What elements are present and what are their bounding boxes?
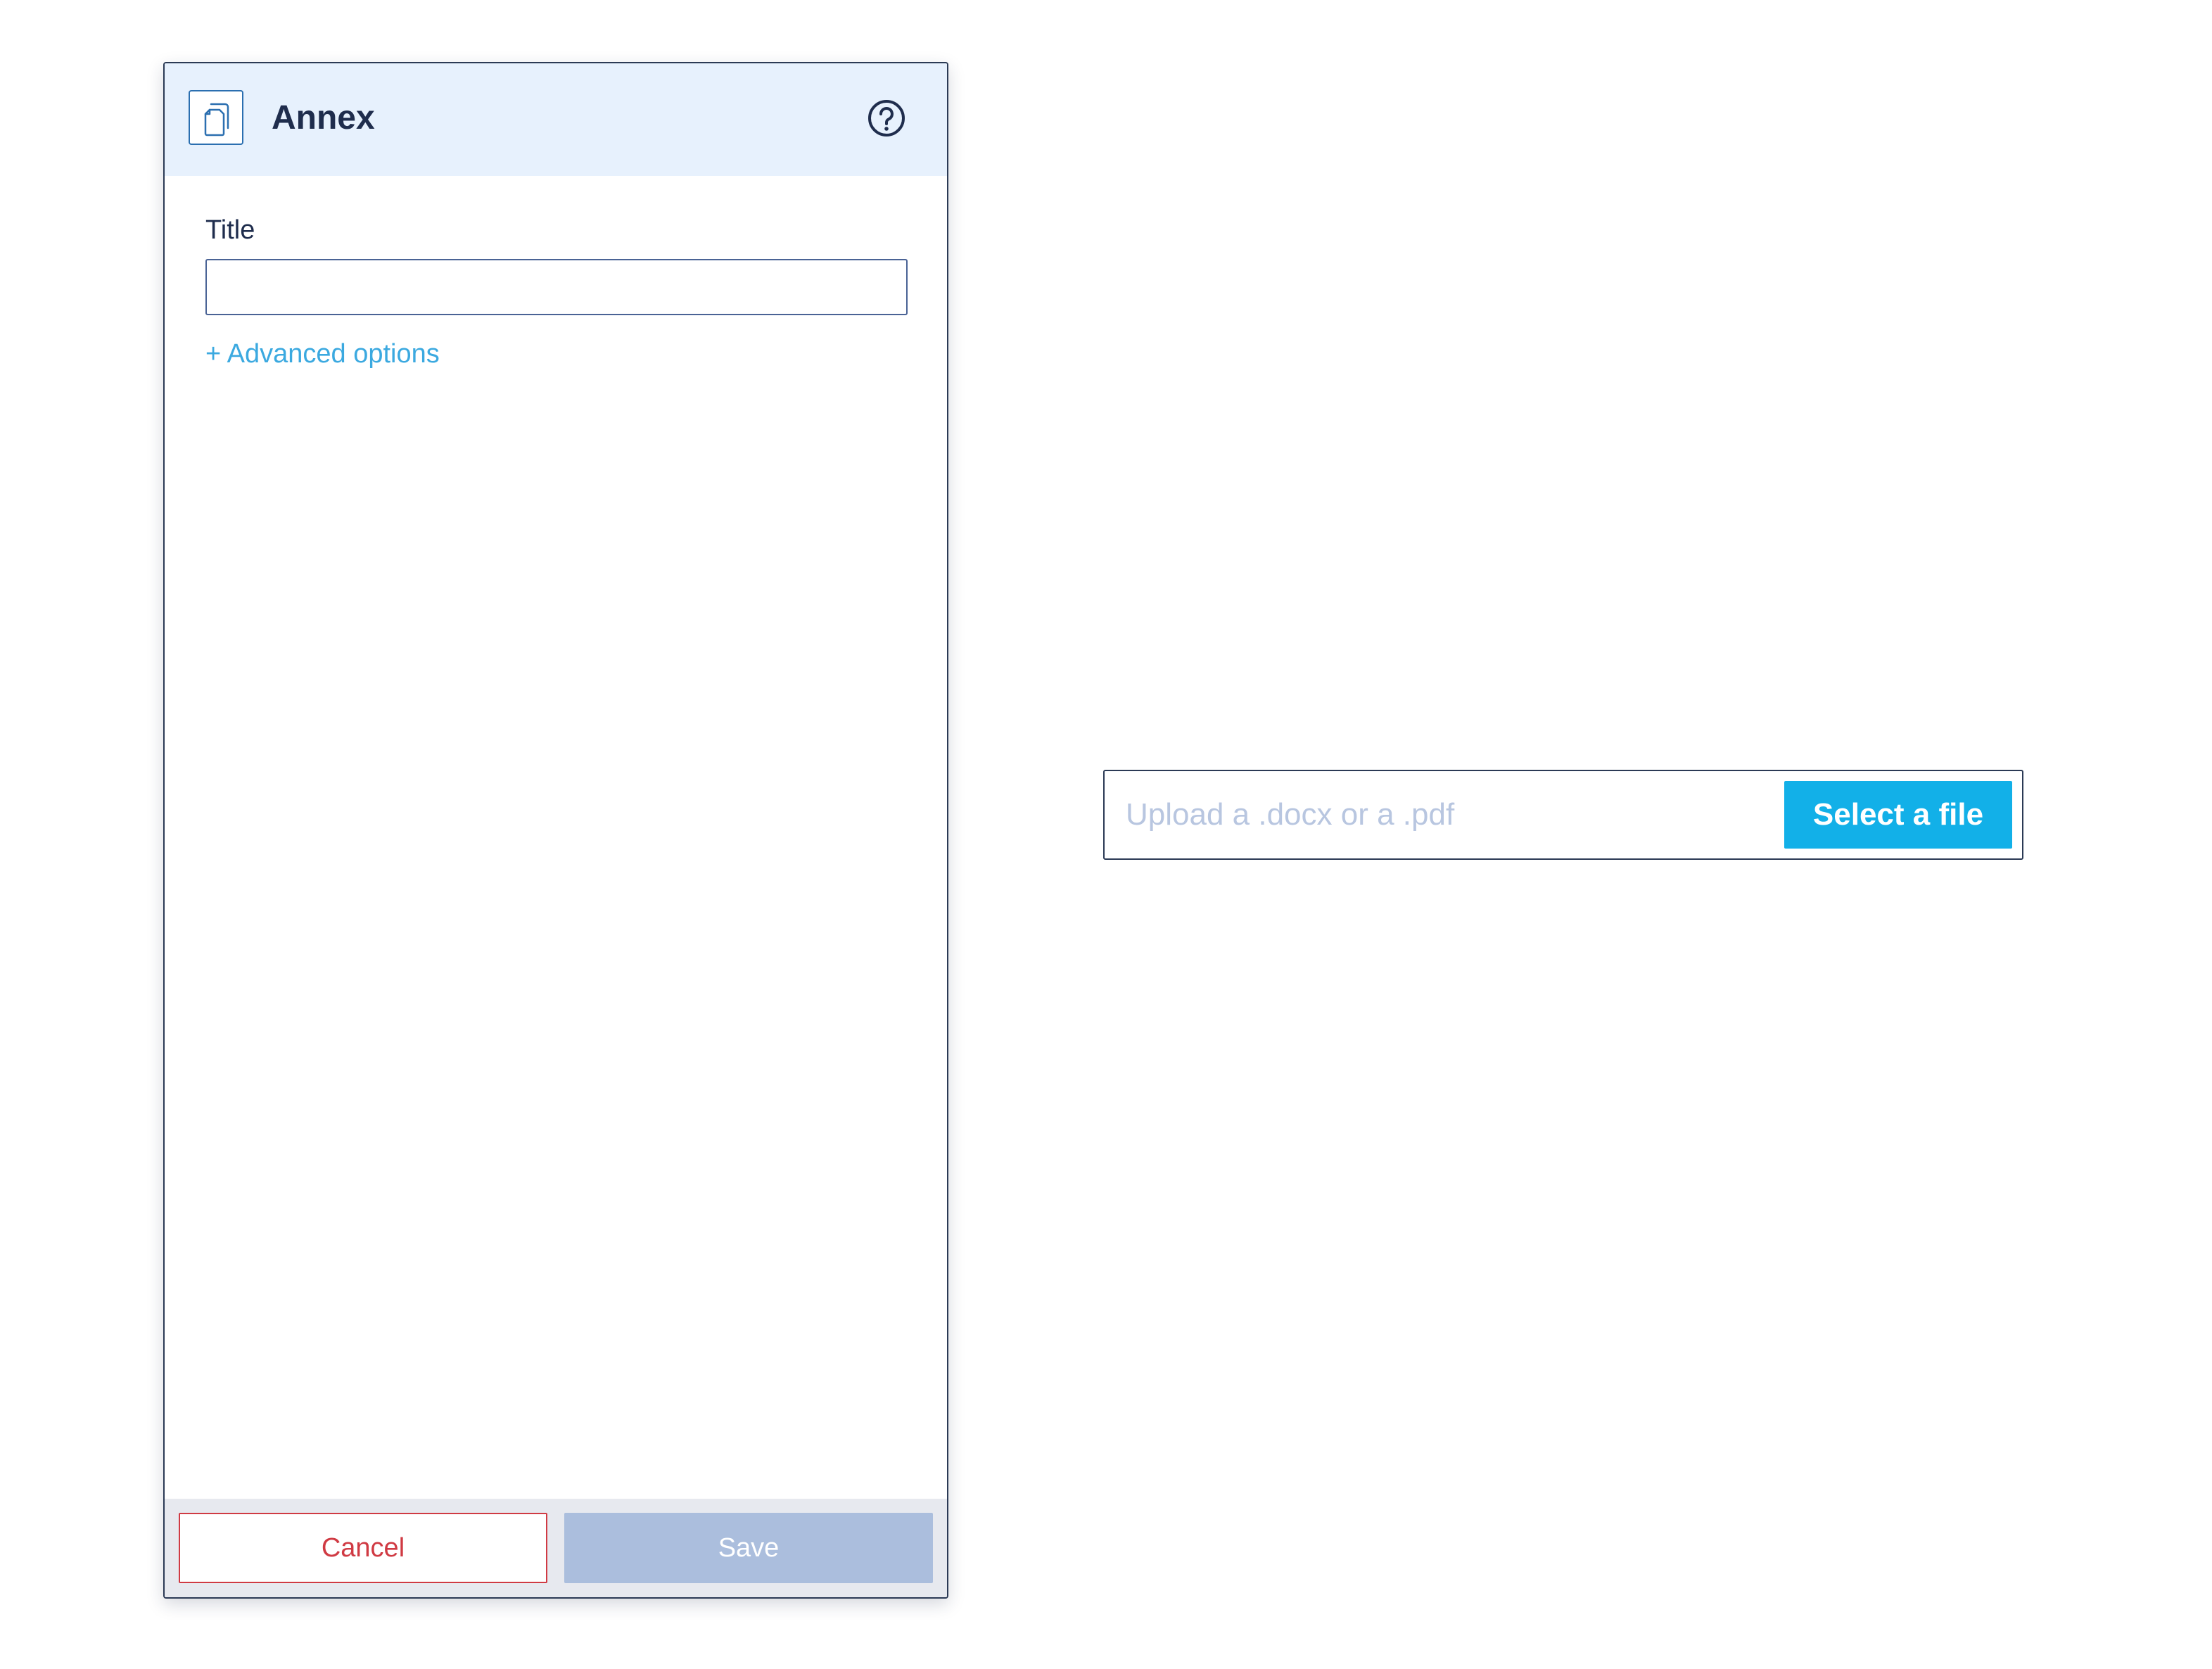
document-copy-icon: [189, 90, 243, 145]
advanced-options-link[interactable]: + Advanced options: [205, 336, 440, 372]
panel-header: Annex: [165, 63, 947, 176]
cancel-button[interactable]: Cancel: [179, 1513, 547, 1583]
title-input[interactable]: [205, 259, 908, 315]
help-circle-icon[interactable]: [867, 99, 906, 138]
select-file-button[interactable]: Select a file: [1784, 781, 2012, 849]
file-upload-field[interactable]: Upload a .docx or a .pdf Select a file: [1103, 770, 2023, 860]
document-copy-icon-graphic: [204, 103, 229, 137]
annex-panel: Annex Title + Advanced options Cancel Sa…: [163, 62, 948, 1599]
save-button[interactable]: Save: [564, 1513, 933, 1583]
upload-placeholder: Upload a .docx or a .pdf: [1126, 797, 1455, 832]
panel-footer: Cancel Save: [165, 1499, 947, 1597]
panel-title: Annex: [272, 99, 375, 137]
title-field-label: Title: [205, 215, 255, 245]
